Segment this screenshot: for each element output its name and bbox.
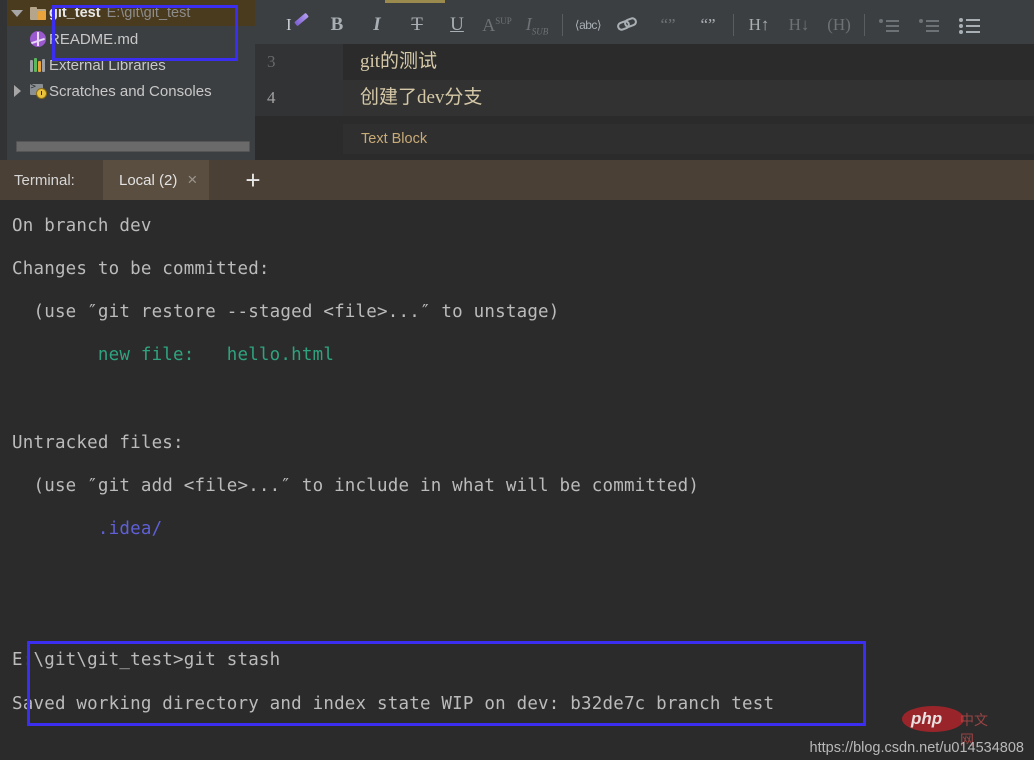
toolbar-separator: [562, 14, 563, 36]
subscript-button[interactable]: ISUB: [517, 10, 557, 40]
inline-code-icon[interactable]: ⟨abc⟩: [568, 10, 608, 40]
scratches-icon: [27, 84, 49, 99]
heading-wrap-icon[interactable]: (H): [819, 10, 859, 40]
top-area: git_test E:\git\git_test README.md Exter…: [0, 0, 1034, 160]
terminal-line: Saved working directory and index state …: [12, 694, 774, 714]
terminal-tab-label: Local (2): [119, 172, 177, 189]
terminal-window-title: Terminal:: [14, 160, 75, 200]
tree-node-label: git_test: [49, 5, 101, 21]
heading-down-icon[interactable]: H↓: [779, 10, 819, 40]
tree-node-label: External Libraries: [49, 57, 166, 74]
terminal-line: Untracked files:: [12, 433, 184, 453]
tree-node-label: README.md: [49, 31, 138, 48]
php-logo-text: php: [911, 709, 942, 729]
superscript-button[interactable]: ASUP: [477, 10, 517, 40]
increase-quote-icon[interactable]: “”: [688, 10, 728, 40]
markdown-file-icon: [27, 31, 49, 47]
line-number: 4: [255, 80, 343, 116]
project-tree: git_test E:\git\git_test README.md Exter…: [7, 0, 255, 104]
tree-node-label: Scratches and Consoles: [49, 83, 212, 100]
tool-window-stripe: [0, 0, 7, 160]
editor-text[interactable]: git的测试 创建了dev分支: [343, 44, 1034, 116]
add-terminal-button[interactable]: +: [232, 160, 274, 200]
expand-collapse-arrow-icon[interactable]: [7, 10, 27, 17]
tree-node-readme[interactable]: README.md: [7, 26, 255, 52]
bulleted-list-icon[interactable]: [950, 10, 990, 40]
toolbar-separator: [733, 14, 734, 36]
editor-line: 创建了dev分支: [343, 80, 1034, 116]
editor-line-number-gutter: 3 4: [255, 44, 343, 116]
active-tab-underline: [385, 0, 445, 3]
tree-node-external-libraries[interactable]: External Libraries: [7, 52, 255, 78]
breadcrumb[interactable]: Text Block: [343, 124, 1034, 154]
terminal-output[interactable]: On branch dev Changes to be committed: (…: [0, 200, 1034, 760]
breadcrumb-label: Text Block: [361, 131, 427, 147]
terminal-line: Changes to be committed:: [12, 259, 270, 279]
edit-pen-icon[interactable]: I: [277, 10, 317, 40]
link-icon[interactable]: [608, 10, 648, 40]
tree-node-git-test[interactable]: git_test E:\git\git_test: [7, 0, 255, 26]
terminal-line: On branch dev: [12, 216, 152, 236]
editor-area: I B I T U ASUP ISUB ⟨abc⟩ “” “” H↑ H↓ (H…: [255, 0, 1034, 160]
editor-spacer: [343, 116, 1034, 124]
blog-url-watermark: https://blog.csdn.net/u014534808: [810, 740, 1024, 756]
folder-module-icon: [27, 7, 49, 20]
ide-window: git_test E:\git\git_test README.md Exter…: [0, 0, 1034, 760]
project-tool-window: git_test E:\git\git_test README.md Exter…: [0, 0, 255, 160]
line-number: 3: [255, 44, 343, 80]
expand-collapse-arrow-icon[interactable]: [7, 85, 27, 97]
project-horizontal-scrollbar[interactable]: [16, 141, 250, 152]
toolbar-separator: [864, 14, 865, 36]
terminal-line: (use ″git restore --staged <file>...″ to…: [12, 302, 560, 322]
php-logo-watermark: php 中文网: [902, 704, 988, 734]
terminal-tab-strip: Terminal: Local (2) × +: [0, 160, 1034, 200]
terminal-tab-local[interactable]: Local (2) ×: [103, 160, 209, 200]
bold-button[interactable]: B: [317, 10, 357, 40]
terminal-line: (use ″git add <file>...″ to include in w…: [12, 476, 699, 496]
libraries-icon: [27, 58, 49, 72]
strikethrough-button[interactable]: T: [397, 10, 437, 40]
terminal-line: new file: hello.html: [12, 345, 334, 365]
heading-up-icon[interactable]: H↑: [739, 10, 779, 40]
terminal-line: .idea/: [12, 519, 162, 539]
markdown-toolbar: I B I T U ASUP ISUB ⟨abc⟩ “” “” H↑ H↓ (H…: [255, 6, 1034, 44]
indent-list-icon[interactable]: [910, 10, 950, 40]
close-icon[interactable]: ×: [187, 170, 197, 190]
decrease-quote-icon[interactable]: “”: [648, 10, 688, 40]
editor-line: git的测试: [343, 44, 1034, 80]
italic-button[interactable]: I: [357, 10, 397, 40]
tree-node-path: E:\git\git_test: [107, 5, 191, 21]
underline-button[interactable]: U: [437, 10, 477, 40]
terminal-line: E:\git\git_test>git stash: [12, 650, 280, 670]
unindent-list-icon[interactable]: [870, 10, 910, 40]
tree-node-scratches[interactable]: Scratches and Consoles: [7, 78, 255, 104]
